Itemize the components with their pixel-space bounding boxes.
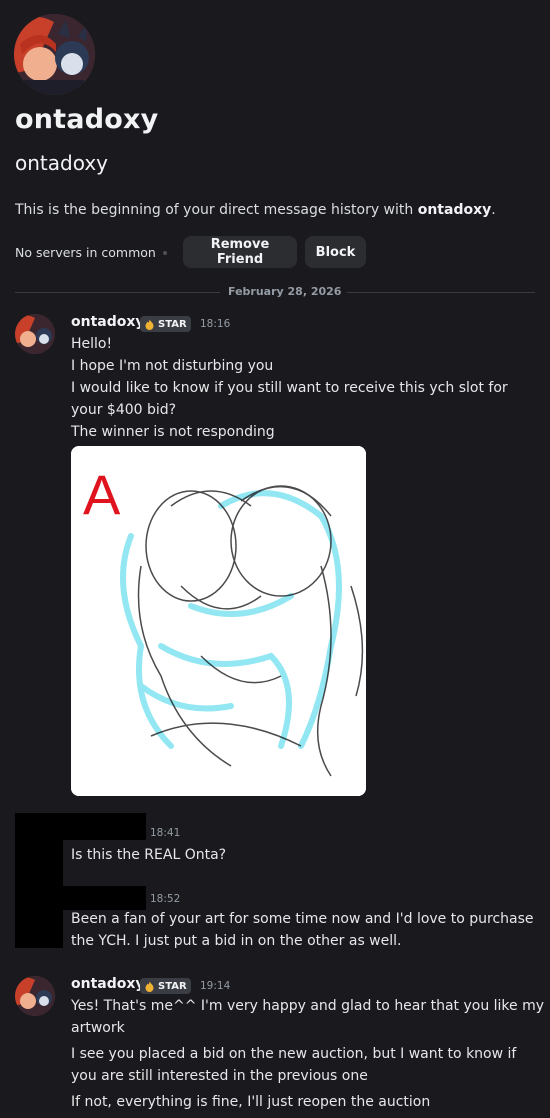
block-button[interactable]: Block [305,236,366,268]
message-timestamp: 18:16 [200,318,231,330]
date-divider-line-right [330,292,535,293]
message-text: Been a fan of your art for some time now… [71,911,534,927]
server-tag[interactable]: STAR [140,978,191,994]
dm-intro-text: This is the beginning of your direct mes… [15,202,496,218]
intro-name: ontadoxy [417,202,492,218]
message-text: I would like to know if you still want t… [71,380,508,396]
flame-icon [145,981,154,992]
profile-avatar[interactable] [14,14,95,95]
message-avatar[interactable] [15,314,55,354]
profile-username: ontadoxy [15,151,108,175]
message-text: Is this the REAL Onta? [71,847,227,863]
sketch-image: A [71,446,366,796]
date-divider-line-left [15,292,220,293]
message-text: Hello! [71,336,113,352]
redacted-username [63,886,146,910]
date-divider-label: February 28, 2026 [222,285,348,298]
message-text: I hope I'm not disturbing you [71,358,274,374]
server-tag-label: STAR [158,980,187,992]
remove-friend-button[interactable]: Remove Friend [183,236,297,268]
intro-prefix: This is the beginning of your direct mes… [15,202,418,218]
message-avatar[interactable] [15,976,55,1016]
profile-display-name: ontadoxy [15,104,159,135]
message-text: I see you placed a bid on the new auctio… [71,1046,517,1062]
message-text: artwork [71,1020,125,1036]
message-timestamp: 18:41 [150,827,181,839]
message-text: The winner is not responding [71,424,275,440]
message-text: you are still interested in the previous… [71,1068,368,1084]
image-attachment[interactable]: A [71,446,366,796]
message-author[interactable]: ontadoxy [71,314,145,330]
server-tag[interactable]: STAR [140,316,191,332]
message-text: Yes! That's me^^ I'm very happy and glad… [71,998,545,1014]
mutual-servers-label: No servers in common [15,245,156,260]
separator-dot [163,251,167,255]
redacted-avatar [15,813,63,948]
message-text: If not, everything is fine, I'll just re… [71,1094,431,1110]
message-timestamp: 18:52 [150,893,181,905]
attachment-letter-mark: A [83,463,121,526]
server-tag-label: STAR [158,318,187,330]
profile-avatar-image [14,14,95,95]
intro-suffix: . [491,202,496,218]
avatar-image [15,314,55,354]
flame-icon [145,319,154,330]
message-timestamp: 19:14 [200,980,231,992]
message-text: the YCH. I just put a bid in on the othe… [71,933,402,949]
avatar-image [15,976,55,1016]
message-author[interactable]: ontadoxy [71,976,145,992]
message-text: your $400 bid? [71,402,177,418]
